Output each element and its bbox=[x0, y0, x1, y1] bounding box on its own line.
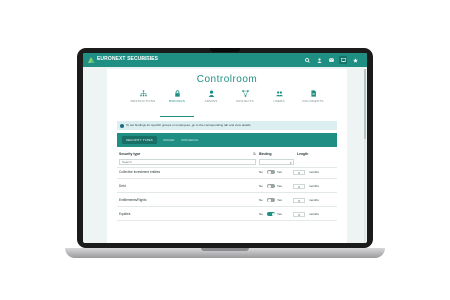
binding-no-label: No bbox=[259, 212, 263, 216]
sort-icon[interactable]: ⇅ bbox=[253, 152, 256, 156]
hierarchy-icon bbox=[139, 90, 147, 97]
tab-label: RESTRICTIONS bbox=[130, 99, 156, 103]
document-icon bbox=[310, 90, 316, 97]
laptop-lid: EURONEXT SECURITIES Connect Controlroom bbox=[77, 48, 373, 248]
binding-no-label: No bbox=[259, 198, 263, 202]
chevron-down-icon: ▾ bbox=[289, 161, 292, 165]
tab-restrictions[interactable]: RESTRICTIONS bbox=[126, 90, 160, 116]
column-header-binding: Binding bbox=[259, 152, 272, 156]
column-header-length: Length bbox=[297, 152, 309, 156]
binding-no-label: No bbox=[259, 170, 263, 174]
app-top-bar: EURONEXT SECURITIES Connect bbox=[83, 53, 367, 67]
row-security-type: Debt bbox=[119, 184, 126, 188]
info-icon bbox=[120, 123, 124, 128]
user-icon[interactable] bbox=[315, 56, 323, 64]
binding-toggle[interactable] bbox=[267, 212, 275, 216]
network-icon bbox=[241, 90, 249, 97]
row-security-type: Entitlements/Rights bbox=[119, 198, 147, 202]
scrollbar-thumb[interactable] bbox=[364, 69, 366, 139]
binding-yes-label: Yes bbox=[277, 212, 282, 216]
tab-projects[interactable]: PROJECTS bbox=[228, 90, 262, 116]
mail-icon[interactable] bbox=[327, 56, 335, 64]
tab-label: BINDINGS bbox=[168, 99, 186, 103]
scrollbar[interactable] bbox=[364, 69, 366, 243]
row-divider bbox=[117, 192, 337, 193]
info-banner: To set bindings for specific groups or e… bbox=[117, 121, 337, 130]
group-icon bbox=[275, 91, 283, 97]
lock-icon bbox=[174, 90, 180, 97]
product-name[interactable]: Connect bbox=[141, 57, 154, 61]
star-icon[interactable] bbox=[351, 56, 359, 64]
length-unit: months bbox=[309, 184, 319, 188]
binding-toggle[interactable] bbox=[267, 184, 275, 188]
length-stepper[interactable]: 3 bbox=[293, 211, 305, 217]
subtab-issuer[interactable]: ISSUER bbox=[159, 136, 179, 144]
row-divider bbox=[117, 178, 337, 179]
binding-toggle[interactable] bbox=[267, 170, 275, 174]
binding-yes-label: Yes bbox=[277, 170, 282, 174]
subtab-isin-sedol[interactable]: ISIN/SEDOL bbox=[177, 136, 203, 144]
binding-no-label: No bbox=[259, 184, 263, 188]
laptop-base bbox=[65, 248, 385, 258]
length-stepper[interactable]: 3 bbox=[293, 169, 305, 175]
tab-label: PROJECTS bbox=[236, 99, 254, 103]
length-unit: months bbox=[309, 212, 319, 216]
binding-yes-label: Yes bbox=[277, 184, 282, 188]
controlroom-icon[interactable] bbox=[339, 56, 347, 64]
row-security-type: Collective investment entities bbox=[119, 170, 161, 174]
tab-bindings[interactable]: BINDINGS bbox=[160, 90, 194, 117]
subtab-bar: SECURITY TYPES ISSUER ISIN/SEDOL bbox=[117, 133, 337, 147]
euronext-logo-icon bbox=[88, 57, 95, 63]
tab-users[interactable]: USERS bbox=[262, 90, 296, 116]
binding-toggle[interactable] bbox=[267, 198, 275, 202]
search-icon[interactable] bbox=[303, 56, 311, 64]
page-title: Controlroom bbox=[196, 74, 258, 85]
person-icon bbox=[208, 90, 214, 97]
tab-label: DOCUMENTS bbox=[302, 99, 324, 103]
row-divider bbox=[117, 206, 337, 207]
column-header-type: Security type bbox=[119, 152, 141, 156]
info-text: To set bindings for specific groups or e… bbox=[126, 123, 252, 127]
laptop-screen: EURONEXT SECURITIES Connect Controlroom bbox=[83, 53, 367, 243]
tab-admins[interactable]: ADMINS bbox=[194, 90, 228, 116]
binding-filter-select[interactable]: ▾ bbox=[259, 159, 294, 165]
row-divider bbox=[117, 167, 337, 168]
row-divider bbox=[117, 220, 337, 221]
laptop-base-notch bbox=[201, 248, 249, 251]
binding-yes-label: Yes bbox=[277, 198, 282, 202]
length-stepper[interactable]: 3 bbox=[293, 197, 305, 203]
tab-label: USERS bbox=[273, 99, 285, 103]
search-input[interactable] bbox=[119, 159, 256, 165]
row-security-type: Equities bbox=[119, 212, 131, 216]
controlroom-card: Controlroom RESTRICTIONS BINDINGS ADMINS… bbox=[107, 69, 347, 243]
subtab-security-types[interactable]: SECURITY TYPES bbox=[122, 136, 157, 144]
length-unit: months bbox=[309, 170, 319, 174]
tab-documents[interactable]: DOCUMENTS bbox=[296, 90, 330, 116]
length-unit: months bbox=[309, 198, 319, 202]
camera-notch bbox=[210, 48, 240, 52]
length-stepper[interactable]: 3 bbox=[293, 183, 305, 189]
tab-label: ADMINS bbox=[204, 99, 218, 103]
